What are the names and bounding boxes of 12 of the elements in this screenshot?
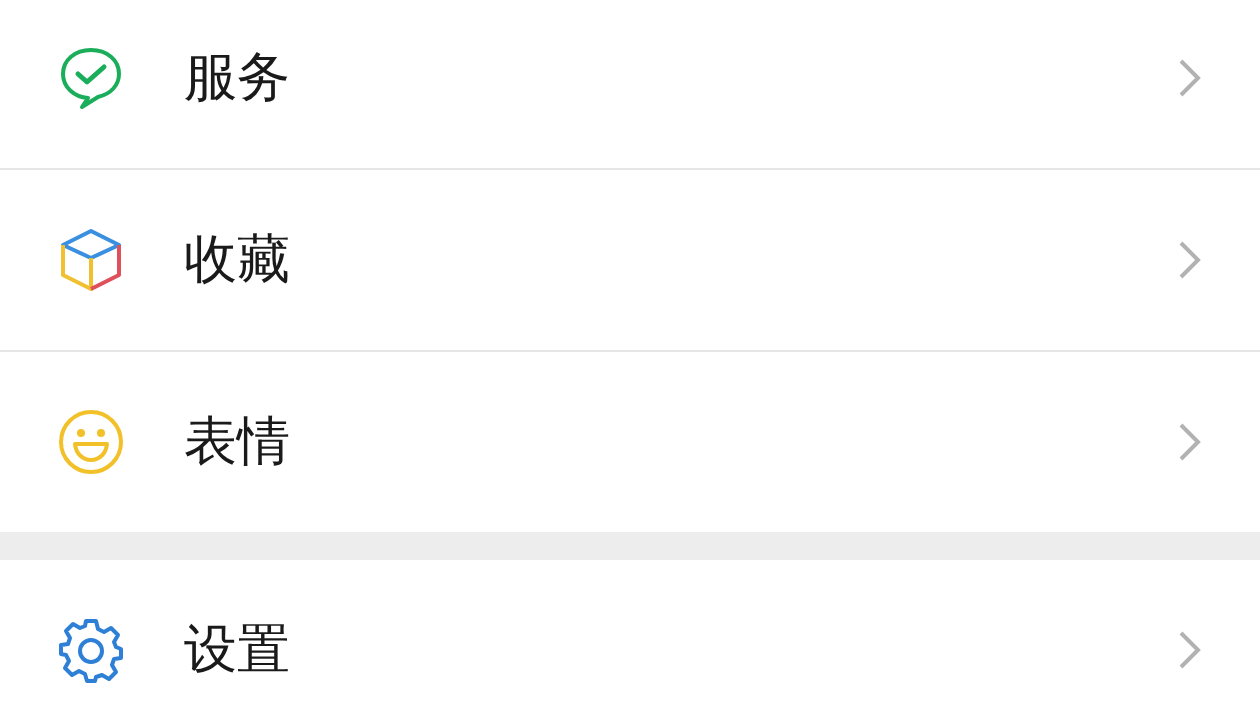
menu-label: 收藏 — [184, 227, 291, 291]
menu-label: 服务 — [184, 45, 291, 109]
chevron-right-icon — [1178, 240, 1202, 280]
cube-icon — [58, 227, 124, 293]
chevron-right-icon — [1178, 630, 1202, 670]
chat-check-icon — [58, 45, 124, 111]
menu-label: 表情 — [184, 409, 291, 473]
chevron-right-icon — [1178, 422, 1202, 462]
chevron-right-icon — [1178, 58, 1202, 98]
smiley-icon — [58, 409, 124, 475]
settings-icon — [58, 617, 124, 683]
menu-label: 设置 — [184, 617, 291, 681]
